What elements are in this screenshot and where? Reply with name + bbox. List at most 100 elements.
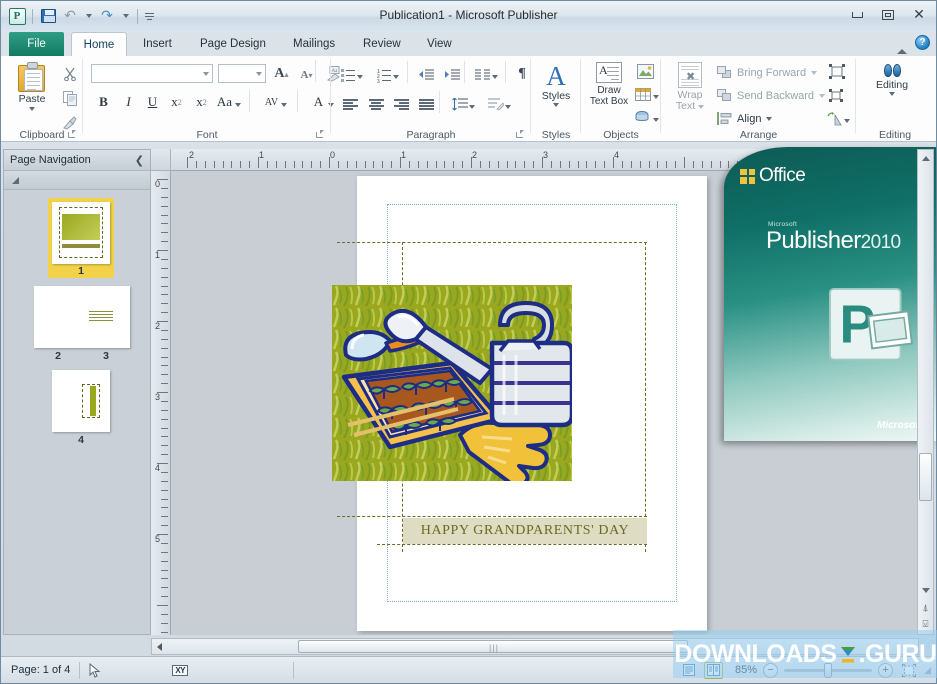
- font-size-input[interactable]: [218, 64, 266, 83]
- align-objects-icon: [717, 112, 732, 125]
- close-button[interactable]: ✕: [908, 7, 930, 23]
- paragraph-dialog-launcher[interactable]: [516, 130, 525, 139]
- insert-picture-button[interactable]: [634, 61, 656, 82]
- wrap-text-icon: ✖: [678, 62, 702, 88]
- paintbrush-icon: [63, 116, 77, 130]
- numbering-button[interactable]: 123: [373, 64, 403, 85]
- subscript-button[interactable]: x2: [166, 92, 187, 112]
- character-spacing-label: AV: [264, 96, 279, 108]
- rotate-button[interactable]: [824, 108, 852, 129]
- ribbon-group-styles: A Styles Styles: [531, 56, 581, 142]
- tab-mailings[interactable]: Mailings: [282, 32, 346, 56]
- xy-position-icon[interactable]: XY: [172, 664, 188, 676]
- character-spacing-button[interactable]: AV: [258, 92, 294, 112]
- line-spacing-button[interactable]: [447, 94, 479, 115]
- align-menu-button[interactable]: Align: [717, 108, 773, 129]
- justify-icon: [418, 99, 434, 110]
- watermark-left: DOWNLOADS: [674, 639, 837, 668]
- page-indicator[interactable]: Page: 1 of 4: [1, 664, 70, 676]
- align-center-button[interactable]: [365, 94, 387, 115]
- tab-review[interactable]: Review: [352, 32, 412, 56]
- collapse-panel-icon[interactable]: ❮: [135, 154, 144, 167]
- send-backward-icon: [717, 89, 732, 102]
- cut-button[interactable]: [59, 63, 81, 84]
- vertical-scrollbar[interactable]: ⍋ ⍌: [917, 149, 934, 635]
- chevron-down-icon: [357, 75, 363, 79]
- clipboard-dialog-launcher[interactable]: [68, 130, 77, 139]
- page-thumbnail-4[interactable]: [52, 370, 110, 432]
- expand-triangle-icon[interactable]: [12, 176, 19, 184]
- superscript-button[interactable]: x2: [191, 92, 212, 112]
- downloads-guru-watermark: DOWNLOADS .GURU: [673, 630, 937, 678]
- vertical-ruler[interactable]: 0 1 2 3 4 5: [151, 171, 171, 635]
- underline-button[interactable]: U: [142, 92, 163, 112]
- tab-home[interactable]: Home: [71, 32, 127, 56]
- hruler-tick-0: 2: [189, 150, 195, 160]
- clipart-image[interactable]: [332, 285, 572, 481]
- align-right-button[interactable]: [390, 94, 412, 115]
- page-number-3: 3: [103, 350, 109, 362]
- font-name-input[interactable]: [91, 64, 213, 83]
- minimize-button[interactable]: [846, 7, 868, 23]
- bring-forward-button[interactable]: Bring Forward: [717, 62, 818, 83]
- columns-button[interactable]: [471, 64, 501, 85]
- paragraph-divider-3: [505, 61, 506, 83]
- help-button[interactable]: ?: [915, 35, 930, 50]
- paste-button[interactable]: Paste: [9, 62, 55, 111]
- previous-page-button[interactable]: ⍋: [918, 600, 933, 616]
- ribbon-group-editing: Editing Editing: [856, 56, 934, 142]
- mouse-pointer-icon: [89, 662, 101, 678]
- group-objects-button[interactable]: [826, 61, 848, 82]
- ruler-corner[interactable]: [151, 149, 171, 171]
- shrink-font-button[interactable]: A ▾: [296, 65, 317, 85]
- scroll-up-button[interactable]: [918, 150, 933, 166]
- font-size-field[interactable]: [219, 65, 251, 81]
- publication-page[interactable]: HAPPY GRANDPARENTS' DAY: [332, 176, 707, 631]
- tab-view[interactable]: View: [416, 32, 463, 56]
- publisher-window: P ↶ ↷ Publication1 - Microsoft Publisher…: [0, 0, 937, 684]
- bold-button[interactable]: B: [93, 92, 114, 112]
- scroll-down-button[interactable]: [918, 582, 933, 598]
- up-arrow-icon: ▴: [284, 69, 289, 79]
- status-divider-2: [293, 661, 294, 679]
- chevron-down-icon: [235, 102, 242, 107]
- grow-font-button[interactable]: A ▴: [271, 64, 292, 84]
- page-thumbnail-2-3[interactable]: [34, 286, 130, 348]
- tab-page-design[interactable]: Page Design: [189, 32, 277, 56]
- font-dialog-launcher[interactable]: [316, 130, 325, 139]
- page-thumbnail-1[interactable]: [52, 202, 110, 264]
- scroll-left-button[interactable]: [152, 639, 167, 654]
- restore-button[interactable]: [877, 7, 899, 23]
- styles-button[interactable]: A Styles: [537, 63, 575, 107]
- justify-button[interactable]: [415, 94, 437, 115]
- copy-button[interactable]: [59, 88, 81, 109]
- align-left-button[interactable]: [339, 94, 361, 115]
- tab-insert[interactable]: Insert: [132, 32, 183, 56]
- insert-shapes-button[interactable]: [633, 107, 661, 128]
- numbering-icon: 123: [377, 69, 391, 85]
- ribbon-group-paragraph: 123 ¶ Paragraph: [331, 56, 531, 142]
- bullets-button[interactable]: [337, 64, 367, 85]
- draw-text-box-button[interactable]: A Draw Text Box: [585, 62, 633, 107]
- ungroup-objects-button[interactable]: [826, 85, 848, 106]
- font-name-field[interactable]: [92, 65, 196, 81]
- tab-file[interactable]: File: [9, 32, 64, 56]
- editing-button[interactable]: Editing: [868, 63, 916, 96]
- copy-icon: [62, 91, 77, 106]
- italic-button[interactable]: I: [118, 92, 139, 112]
- vertical-scroll-thumb[interactable]: [919, 453, 932, 501]
- text-box-icon: A: [596, 62, 622, 83]
- baseline-guides-button[interactable]: [483, 94, 515, 115]
- change-case-button[interactable]: Aa: [214, 92, 244, 112]
- decrease-indent-button[interactable]: [415, 64, 437, 85]
- send-backward-button[interactable]: Send Backward: [717, 85, 826, 106]
- wrap-text-button[interactable]: ✖ Wrap Text: [669, 62, 711, 112]
- paragraph-divider-2: [464, 61, 465, 83]
- card-title-textbox[interactable]: HAPPY GRANDPARENTS' DAY: [403, 518, 647, 544]
- ribbon-group-arrange: ✖ Wrap Text Bring Forward Send Backward: [661, 56, 856, 142]
- horizontal-scroll-thumb[interactable]: |||: [298, 640, 688, 653]
- collapse-ribbon-button[interactable]: [897, 36, 907, 54]
- editing-label: Editing: [875, 79, 909, 91]
- insert-table-button[interactable]: [633, 84, 661, 105]
- increase-indent-button[interactable]: [441, 64, 463, 85]
